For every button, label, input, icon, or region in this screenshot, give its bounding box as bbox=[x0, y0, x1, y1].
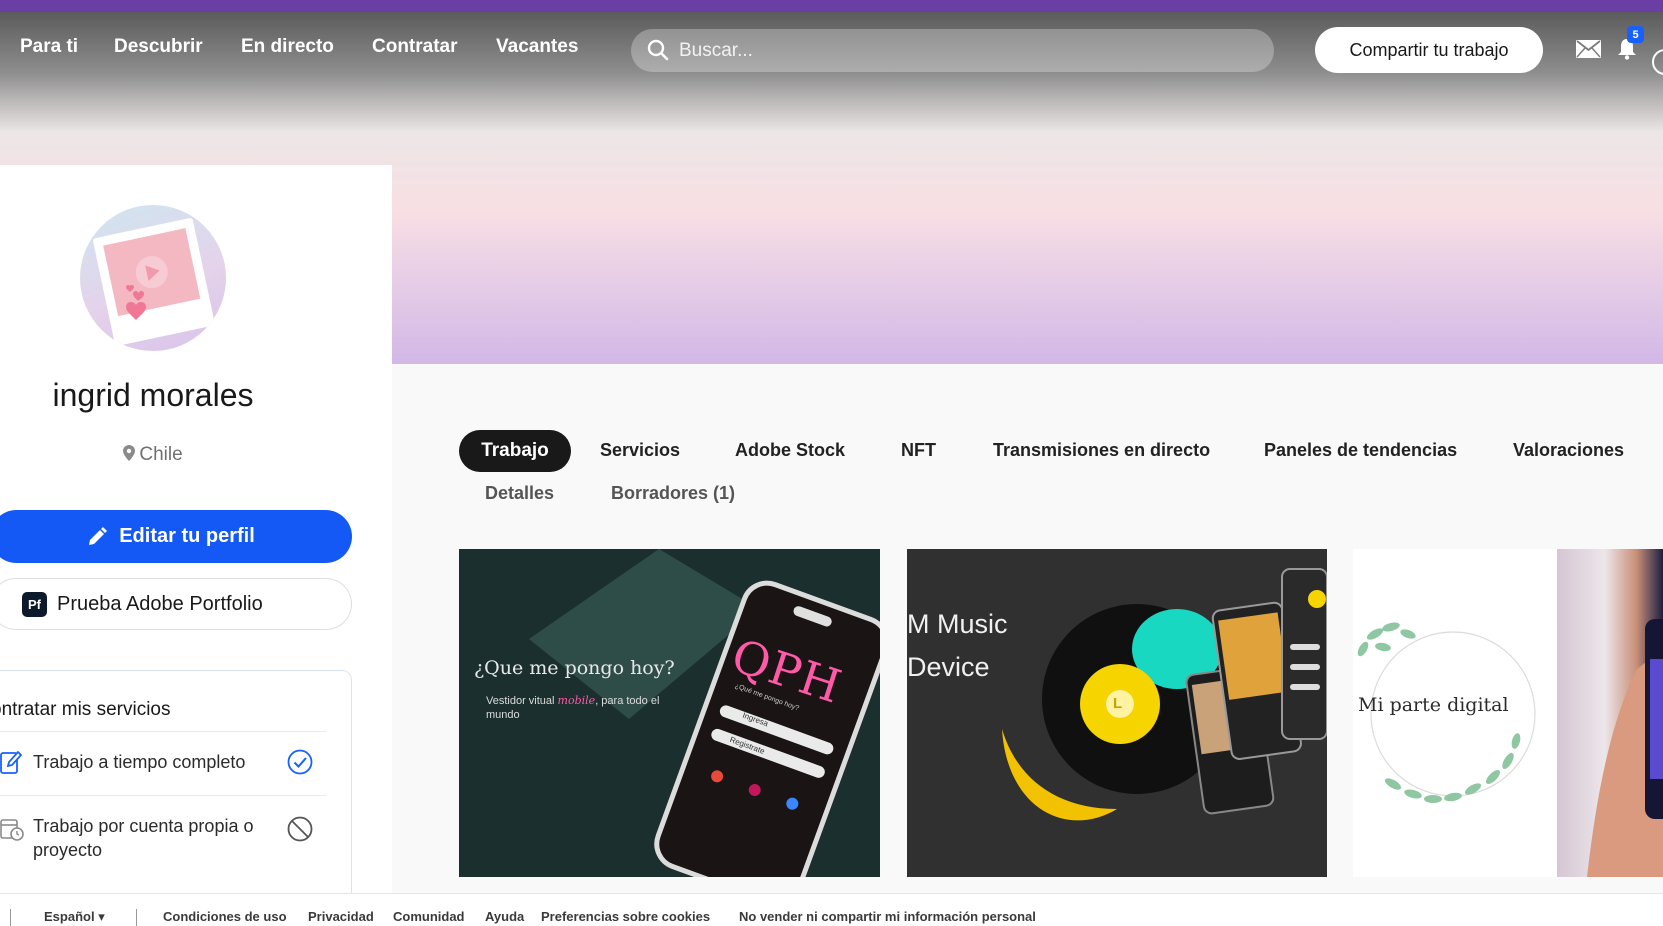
service-label-freelance-line1: Trabajo por cuenta propia o bbox=[33, 816, 254, 836]
edit-pen-icon bbox=[0, 749, 23, 780]
user-avatar-icon[interactable] bbox=[1652, 49, 1663, 75]
notification-count-badge: 5 bbox=[1627, 26, 1644, 43]
service-row-full-time[interactable]: Trabajo a tiempo completo bbox=[0, 731, 326, 795]
tab-transmisiones[interactable]: Transmisiones en directo bbox=[993, 440, 1210, 461]
mi-parte-digital-text: Mi parte digital bbox=[1358, 694, 1509, 716]
top-accent-bar bbox=[0, 0, 1663, 12]
hire-services-panel: ontratar mis servicios Trabajo a tiempo … bbox=[0, 670, 352, 926]
check-circle-icon bbox=[287, 749, 313, 780]
profile-name: ingrid morales bbox=[52, 377, 254, 413]
qph-heading: ¿Que me pongo hoy? bbox=[474, 657, 675, 679]
tab-trabajo[interactable]: Trabajo bbox=[459, 430, 571, 472]
hire-services-title: ontratar mis servicios bbox=[0, 699, 171, 720]
pencil-icon bbox=[89, 526, 108, 545]
prohibited-icon bbox=[287, 816, 313, 847]
footer-link-terms[interactable]: Condiciones de uso bbox=[163, 909, 287, 924]
search-icon bbox=[647, 39, 669, 66]
service-row-freelance[interactable]: Trabajo por cuenta propia o proyecto bbox=[0, 795, 326, 885]
chevron-down-icon: ▾ bbox=[98, 909, 105, 924]
footer-link-help[interactable]: Ayuda bbox=[485, 909, 524, 924]
language-label: Español bbox=[44, 909, 95, 924]
profile-avatar[interactable] bbox=[80, 205, 226, 351]
adobe-portfolio-logo-icon: Pf bbox=[22, 591, 47, 617]
qph-subtitle: Vestidor vitual mobile, para todo el mund… bbox=[486, 694, 696, 722]
project-card-mi-parte-digital[interactable]: Mi parte digital bbox=[1353, 549, 1557, 877]
tab-nft[interactable]: NFT bbox=[901, 440, 936, 461]
profile-location: Chile bbox=[0, 444, 306, 466]
qph-subtitle-d: mundo bbox=[486, 709, 520, 721]
phone-in-hand-icon bbox=[1587, 619, 1663, 877]
qph-subtitle-a: Vestidor vitual bbox=[486, 695, 558, 707]
footer-link-do-not-sell[interactable]: No vender ni compartir mi información pe… bbox=[739, 909, 1036, 924]
try-adobe-portfolio-label: Prueba Adobe Portfolio bbox=[57, 592, 263, 615]
tab-paneles[interactable]: Paneles de tendencias bbox=[1264, 440, 1457, 461]
nav-link-descubrir[interactable]: Descubrir bbox=[114, 36, 203, 58]
tab-adobe-stock[interactable]: Adobe Stock bbox=[735, 440, 845, 461]
profile-sidebar: ingrid morales Chile Editar tu perfil Pf… bbox=[0, 165, 392, 926]
calendar-clock-icon bbox=[0, 816, 25, 847]
share-work-button[interactable]: Compartir tu trabajo bbox=[1315, 27, 1543, 73]
top-navigation: Para ti Descubrir En directo Contratar V… bbox=[0, 12, 1663, 88]
mail-icon[interactable] bbox=[1576, 40, 1601, 63]
footer: Español ▾ Condiciones de uso Privacidad … bbox=[0, 893, 1663, 926]
disc-letter: L bbox=[1113, 695, 1123, 712]
language-selector[interactable]: Español ▾ bbox=[44, 909, 105, 925]
music-title-line1: M Music bbox=[907, 609, 1008, 639]
location-text: Chile bbox=[139, 444, 183, 465]
edit-profile-button[interactable]: Editar tu perfil bbox=[0, 510, 352, 563]
nav-link-vacantes[interactable]: Vacantes bbox=[496, 36, 578, 58]
footer-link-community[interactable]: Comunidad bbox=[393, 909, 465, 924]
try-adobe-portfolio-button[interactable]: Pf Prueba Adobe Portfolio bbox=[0, 578, 352, 630]
search-input[interactable] bbox=[679, 29, 1259, 72]
tab-detalles[interactable]: Detalles bbox=[485, 483, 554, 504]
location-pin-icon bbox=[123, 445, 136, 461]
nav-link-para-ti[interactable]: Para ti bbox=[20, 36, 78, 58]
footer-divider bbox=[10, 909, 11, 926]
nav-link-contratar[interactable]: Contratar bbox=[372, 36, 458, 58]
tab-servicios[interactable]: Servicios bbox=[600, 440, 680, 461]
music-device-artwork bbox=[1002, 568, 1327, 821]
footer-link-privacy[interactable]: Privacidad bbox=[308, 909, 374, 924]
project-card-qph[interactable]: QPH ¿Qué me pongo hoy? Ingresa Registrat… bbox=[459, 549, 880, 877]
polaroid-heart-icon bbox=[93, 218, 215, 346]
service-label-freelance-line2: proyecto bbox=[33, 840, 103, 860]
service-label-full-time: Trabajo a tiempo completo bbox=[33, 752, 246, 772]
project-card-phone-hand[interactable] bbox=[1557, 549, 1663, 877]
project-card-music-device[interactable]: L M Music Device bbox=[907, 549, 1327, 877]
nav-link-en-directo[interactable]: En directo bbox=[241, 36, 334, 58]
qph-subtitle-mobile: mobile bbox=[557, 694, 596, 707]
music-title-line2: Device bbox=[907, 652, 990, 682]
search-bar[interactable] bbox=[631, 29, 1274, 72]
tab-borradores[interactable]: Borradores (1) bbox=[611, 483, 735, 504]
footer-divider bbox=[136, 909, 137, 926]
tab-valoraciones[interactable]: Valoraciones bbox=[1513, 440, 1624, 461]
edit-profile-label: Editar tu perfil bbox=[119, 525, 255, 547]
footer-link-cookies[interactable]: Preferencias sobre cookies bbox=[541, 909, 710, 924]
qph-subtitle-c: , para todo el bbox=[595, 695, 660, 707]
